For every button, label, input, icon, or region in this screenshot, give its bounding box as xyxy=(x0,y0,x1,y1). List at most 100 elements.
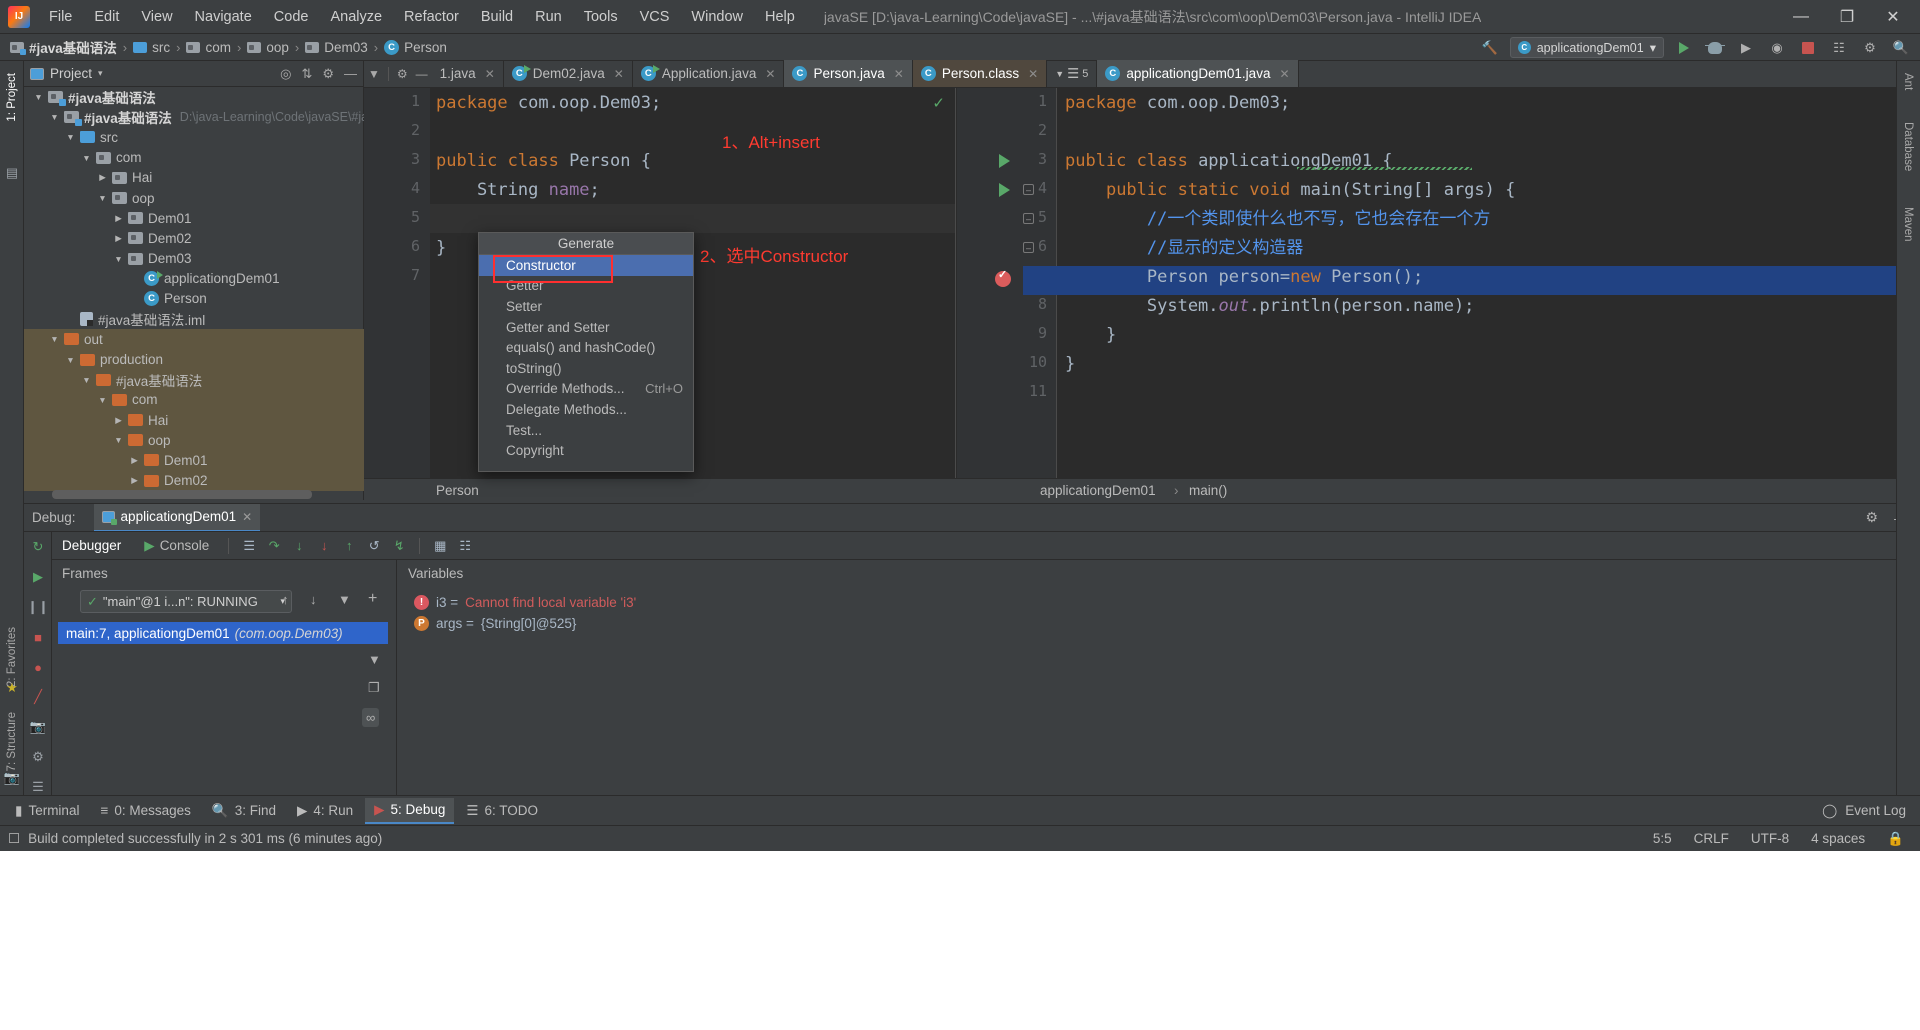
favorites-star-icon[interactable]: ★ xyxy=(0,676,24,700)
tab-person-class[interactable]: C Person.class ✕ xyxy=(912,60,1048,87)
menu-build[interactable]: Build xyxy=(470,5,524,29)
close-icon[interactable]: ✕ xyxy=(765,67,775,81)
tree-row[interactable]: ▶CapplicationgDem01 xyxy=(24,269,364,289)
frames-add-icon[interactable]: + xyxy=(368,590,377,608)
tree-row[interactable]: ▼ #java基础语法 xyxy=(24,87,364,107)
close-icon[interactable]: ✕ xyxy=(1028,67,1038,81)
tree-row[interactable]: ▶ Dem01 xyxy=(24,450,364,471)
caret-position[interactable]: 5:5 xyxy=(1653,831,1672,846)
close-icon[interactable]: ✕ xyxy=(1279,67,1289,81)
debug-settings-gear-icon[interactable]: ⚙ xyxy=(1865,509,1878,526)
generate-menu-item[interactable]: Setter xyxy=(479,296,693,317)
expand-arrow-icon[interactable]: ▼ xyxy=(112,434,125,447)
generate-menu-item[interactable]: Override Methods... Ctrl+O xyxy=(479,379,693,400)
view-breakpoints-icon[interactable]: ● xyxy=(24,652,52,682)
lock-icon[interactable]: 🔒 xyxy=(1887,831,1904,847)
bottom-tab-find[interactable]: 🔍 3: Find xyxy=(203,799,285,823)
tree-row[interactable]: ▼ com xyxy=(24,148,364,168)
menu-edit[interactable]: Edit xyxy=(83,5,130,29)
left-editor-breadcrumb[interactable]: Person xyxy=(436,483,479,498)
status-info-icon[interactable]: ☐ xyxy=(8,831,20,847)
indent-setting[interactable]: 4 spaces xyxy=(1811,831,1865,846)
rerun-icon[interactable]: ↻ xyxy=(24,532,52,562)
debug-gear-icon[interactable]: ⚙ xyxy=(24,742,52,772)
trace-icon[interactable]: ☷ xyxy=(454,535,476,557)
code-content-right[interactable]: package com.oop.Dem03; public class appl… xyxy=(957,88,1920,500)
build-hammer-icon[interactable]: 🔨 xyxy=(1479,37,1501,58)
tab-person-java[interactable]: C Person.java ✕ xyxy=(784,60,913,87)
collapse-arrow-icon[interactable]: ▶ xyxy=(112,414,125,427)
minimize-button[interactable]: — xyxy=(1778,0,1824,34)
sidebar-tab-ant[interactable]: Ant xyxy=(1898,67,1918,96)
tab-console[interactable]: ▶ Console xyxy=(134,535,219,557)
tree-row[interactable]: ▼ oop xyxy=(24,188,364,208)
structure-strip-icon[interactable]: ▤ xyxy=(0,161,24,185)
frames-move-down-icon[interactable]: ▼ xyxy=(368,652,381,667)
expand-arrow-icon[interactable]: ▼ xyxy=(64,131,77,144)
event-log-button[interactable]: ◯ Event Log xyxy=(1822,803,1920,819)
maximize-button[interactable]: ❐ xyxy=(1824,0,1870,34)
tree-row[interactable]: ▶ Dem02 xyxy=(24,470,364,491)
menu-refactor[interactable]: Refactor xyxy=(393,5,470,29)
locate-target-icon[interactable]: ◎ xyxy=(280,66,291,82)
run-to-cursor-icon[interactable]: ↯ xyxy=(388,535,410,557)
sidebar-tab-maven[interactable]: Maven xyxy=(1898,201,1918,248)
menu-run[interactable]: Run xyxy=(524,5,573,29)
step-over-icon[interactable]: ↷ xyxy=(263,535,285,557)
expand-arrow-icon[interactable]: ▼ xyxy=(80,373,93,386)
menu-analyze[interactable]: Analyze xyxy=(319,5,393,29)
tree-row[interactable]: ▼ #java基础语法 xyxy=(24,369,364,390)
tree-row[interactable]: ▶ Hai xyxy=(24,410,364,431)
evaluate-expression-icon[interactable]: ▦ xyxy=(429,535,451,557)
debug-button[interactable] xyxy=(1704,37,1726,58)
close-icon[interactable]: ✕ xyxy=(614,67,624,81)
pause-program-icon[interactable]: ❙❙ xyxy=(24,592,52,622)
breadcrumb-project[interactable]: #java基础语法 xyxy=(6,35,121,59)
menu-tools[interactable]: Tools xyxy=(573,5,629,29)
file-encoding[interactable]: UTF-8 xyxy=(1751,831,1789,846)
frame-list-item[interactable]: main:7, applicationgDem01 (com.oop.Dem03… xyxy=(58,622,388,644)
bottom-tab-todo[interactable]: ☰ 6: TODO xyxy=(457,799,547,823)
tab-debugger[interactable]: Debugger xyxy=(52,535,131,556)
profiler-button[interactable]: ◉ xyxy=(1766,37,1788,58)
tree-row[interactable]: ▶ Hai xyxy=(24,168,364,188)
editor-applicationgdem01-java[interactable]: 1 2 3 4 5 6 7 8 9 10 11 – – – pac xyxy=(957,88,1920,500)
gear-strip-icon[interactable] xyxy=(0,761,24,785)
close-icon[interactable]: ✕ xyxy=(485,67,495,81)
menu-file[interactable]: File xyxy=(38,5,83,29)
expand-arrow-icon[interactable]: ▼ xyxy=(48,111,61,124)
settings-gear-icon[interactable]: ⚙ xyxy=(1859,37,1881,58)
frames-up-icon[interactable]: ↑ xyxy=(282,592,289,607)
mute-breakpoints-icon[interactable]: ╱ xyxy=(24,682,52,712)
right-editor-breadcrumb-method[interactable]: main() xyxy=(1189,483,1227,498)
chevron-down-icon[interactable]: ▾ xyxy=(98,68,103,79)
bottom-tab-terminal[interactable]: ▮ Terminal xyxy=(6,799,88,823)
bottom-tab-debug[interactable]: ▶ 5: Debug xyxy=(365,797,455,824)
variable-row[interactable]: P args = {String[0]@525} xyxy=(398,613,1920,634)
tree-row[interactable]: ▼ src xyxy=(24,127,364,147)
variable-row[interactable]: ! i3 = Cannot find local variable 'i3' xyxy=(398,592,1920,613)
panel-gear-icon[interactable]: ⚙ xyxy=(322,66,334,82)
tab-application-java[interactable]: C Application.java ✕ xyxy=(633,60,785,87)
force-step-into-icon[interactable]: ↓ xyxy=(313,535,335,557)
menu-vcs[interactable]: VCS xyxy=(629,5,681,29)
tab-1-java[interactable]: 1.java ✕ xyxy=(432,60,504,87)
step-out-icon[interactable]: ↑ xyxy=(338,535,360,557)
generate-menu-item[interactable]: Delegate Methods... xyxy=(479,399,693,420)
project-horizontal-scrollbar[interactable] xyxy=(52,490,312,499)
generate-menu-item[interactable]: toString() xyxy=(479,358,693,379)
resume-program-icon[interactable]: ▶ xyxy=(24,562,52,592)
tab-overflow-button[interactable]: ▼ ☰ 5 xyxy=(1047,60,1098,87)
sidebar-tab-project[interactable]: 1: Project xyxy=(2,67,22,128)
editor-gear-icon[interactable]: ⚙ xyxy=(397,67,408,81)
project-tree[interactable]: ▼ #java基础语法 ▼ #java基础语法 D:\java-Learning\Cod… xyxy=(24,87,364,492)
tab-filter-icon[interactable]: ▼ xyxy=(368,67,380,81)
expand-arrow-icon[interactable]: ▼ xyxy=(80,151,93,164)
sidebar-tab-database[interactable]: Database xyxy=(1898,116,1918,177)
stop-button[interactable] xyxy=(1797,37,1819,58)
frames-down-icon[interactable]: ↓ xyxy=(310,592,317,607)
run-coverage-button[interactable]: ▶ xyxy=(1735,37,1757,58)
tree-row[interactable]: ▼ production xyxy=(24,349,364,370)
tree-row[interactable]: ▶ Dem01 xyxy=(24,208,364,228)
right-editor-breadcrumb-class[interactable]: applicationgDem01 xyxy=(1040,483,1156,498)
